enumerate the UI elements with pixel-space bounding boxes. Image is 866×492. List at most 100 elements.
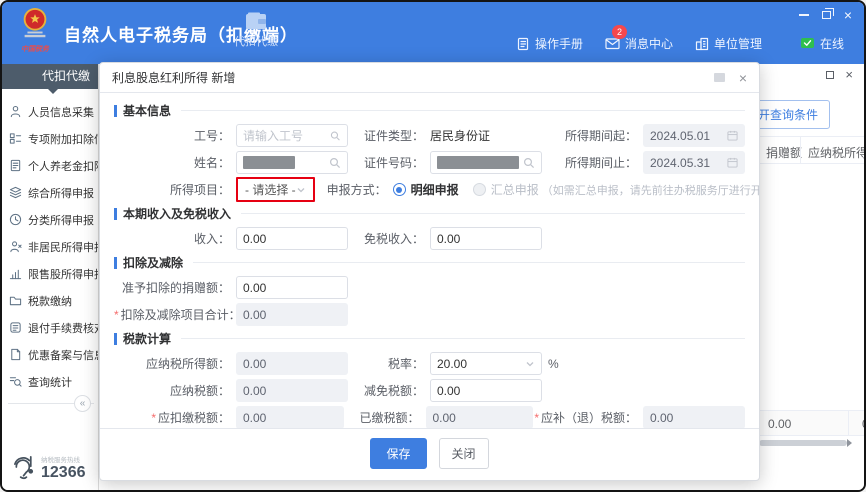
sidebar-item-label: 分类所得申报 bbox=[28, 214, 94, 227]
person-alt-icon bbox=[10, 241, 22, 253]
maximize-icon[interactable] bbox=[826, 70, 835, 79]
restore-icon[interactable] bbox=[821, 8, 834, 19]
radio-summary-declare[interactable] bbox=[472, 183, 486, 196]
layers-icon bbox=[9, 186, 22, 199]
online-icon bbox=[800, 38, 814, 48]
income-item-label: 所得项目： bbox=[169, 183, 230, 197]
folder-icon bbox=[9, 296, 22, 306]
tax-relief-input[interactable] bbox=[430, 379, 542, 402]
tab-withholding[interactable]: 代扣代缴 bbox=[234, 12, 278, 49]
sidebar-item-label: 优惠备案与信息报告 bbox=[28, 349, 98, 362]
manual-icon bbox=[517, 37, 529, 50]
sidebar-item-nonresident-income[interactable]: 非居民所得申报 bbox=[2, 233, 98, 260]
dialog-body: 基本信息 工号： 证件类型： 居民身份证 所得期间起： 2024.05.01 bbox=[100, 93, 759, 428]
exempt-income-field[interactable] bbox=[437, 231, 535, 246]
inner-close-icon[interactable]: × bbox=[845, 68, 853, 81]
period-end-label: 所得期间止： bbox=[564, 156, 637, 170]
section-current-income: 本期收入及免税收入 bbox=[114, 205, 745, 222]
deduction-total-value: 0.00 bbox=[236, 303, 348, 326]
sidebar-item-classified-income[interactable]: 分类所得申报 bbox=[2, 206, 98, 233]
period-start-field[interactable]: 2024.05.01 bbox=[643, 124, 745, 147]
tax-rate-select[interactable]: 20.00 bbox=[430, 352, 542, 375]
dialog-minimize-icon[interactable] bbox=[713, 73, 725, 82]
section-divider bbox=[181, 338, 745, 339]
sidebar-item-tax-payment[interactable]: 税款缴纳 bbox=[2, 287, 98, 314]
online-status[interactable]: 在线 bbox=[800, 35, 844, 52]
exempt-income-input[interactable] bbox=[430, 227, 542, 250]
search-stats-icon bbox=[9, 377, 22, 387]
form-row: 应扣缴税额： 0.00 已缴税额： 0.00 应补（退）税额： 0.00 bbox=[114, 406, 745, 428]
calendar-icon bbox=[727, 130, 738, 141]
donation-input[interactable] bbox=[236, 276, 348, 299]
search-icon bbox=[329, 157, 341, 168]
withhold-tax-label: 应扣缴税额： bbox=[114, 409, 236, 426]
taxbureau-logo: 中国税务 bbox=[10, 7, 60, 54]
scrollbar-arrow-icon[interactable] bbox=[847, 439, 856, 447]
message-center-link[interactable]: 2 消息中心 bbox=[605, 25, 673, 52]
close-button[interactable]: 关闭 bbox=[438, 438, 489, 469]
sidebar-item-label: 税款缴纳 bbox=[28, 295, 72, 308]
cert-type-value: 居民身份证 bbox=[430, 129, 491, 143]
radio-detail-declare[interactable] bbox=[392, 183, 406, 196]
sidebar-collapse-button[interactable]: « bbox=[74, 395, 91, 412]
cert-number-label: 证件号码： bbox=[363, 156, 424, 170]
sidebar-item-restricted-shares[interactable]: 限售股所得申报 bbox=[2, 260, 98, 287]
sidebar-item-label: 专项附加扣除信息 bbox=[28, 133, 98, 146]
dialog-close-icon[interactable]: × bbox=[739, 71, 747, 85]
sidebar-item-comprehensive-income[interactable]: 综合所得申报 bbox=[2, 179, 98, 206]
building-icon bbox=[695, 37, 709, 50]
sidebar-item-special-deduction[interactable]: 专项附加扣除信息 bbox=[2, 125, 98, 152]
tax-relief-field[interactable] bbox=[437, 383, 535, 398]
dialog-footer: 保存 关闭 bbox=[100, 428, 759, 480]
paid-tax-value: 0.00 bbox=[425, 406, 533, 428]
job-number-input[interactable] bbox=[236, 124, 348, 147]
dialog-controls: × bbox=[713, 71, 747, 85]
column-header-taxable: 应纳税所得 bbox=[808, 146, 866, 160]
hotline-label: 纳税服务热线 bbox=[41, 457, 80, 465]
cert-number-input[interactable] bbox=[430, 151, 542, 174]
document-icon bbox=[11, 348, 21, 361]
org-management-link[interactable]: 单位管理 bbox=[695, 35, 762, 52]
manual-link[interactable]: 操作手册 bbox=[516, 35, 583, 52]
period-start-label: 所得期间起： bbox=[564, 129, 637, 143]
taxable-income-label: 应纳税所得额： bbox=[145, 357, 230, 371]
period-end-field[interactable]: 2024.05.31 bbox=[643, 151, 745, 174]
tax-relief-label: 减免税额： bbox=[363, 384, 424, 398]
income-item-select[interactable]: - 请选择 - bbox=[239, 180, 312, 199]
total-donation: 0.00 bbox=[768, 417, 792, 431]
save-button[interactable]: 保存 bbox=[370, 438, 427, 469]
name-input[interactable] bbox=[236, 151, 348, 174]
taxable-income-value: 0.00 bbox=[236, 352, 348, 375]
section-title: 基本信息 bbox=[123, 104, 172, 118]
list-grid-icon bbox=[9, 133, 22, 144]
sidebar-item-pension-deduction[interactable]: 个人养老金扣除信息 bbox=[2, 152, 98, 179]
tax-rate-value: 20.00 bbox=[437, 356, 468, 371]
minimize-icon[interactable] bbox=[798, 14, 809, 16]
chevron-down-icon bbox=[297, 187, 305, 192]
sidebar-item-preferential-filing[interactable]: 优惠备案与信息报告 bbox=[2, 341, 98, 368]
form-row: 姓名： 证件号码： 所得期间止： 2024.05.31 bbox=[114, 151, 745, 174]
app-header: 中国税务 自然人电子税务局（扣缴端） 代扣代缴 操作手册 2 消息中心 单位管理… bbox=[2, 2, 864, 64]
sidebar: 代扣代缴 人员信息采集 专项附加扣除信息 个人养老金扣除信息 综合所得申报 分类… bbox=[2, 64, 98, 490]
sidebar-items: 人员信息采集 专项附加扣除信息 个人养老金扣除信息 综合所得申报 分类所得申报 … bbox=[2, 89, 98, 395]
income-field[interactable] bbox=[243, 231, 341, 246]
national-emblem-icon bbox=[23, 7, 47, 38]
donation-field[interactable] bbox=[243, 280, 341, 295]
bar-chart-icon bbox=[9, 269, 22, 280]
job-number-field[interactable] bbox=[243, 128, 331, 143]
online-label: 在线 bbox=[819, 37, 844, 51]
tax-payable-label: 应纳税额： bbox=[169, 384, 230, 398]
org-management-label: 单位管理 bbox=[713, 37, 762, 51]
search-icon bbox=[523, 157, 535, 168]
section-basic-info: 基本信息 bbox=[114, 102, 745, 119]
sidebar-item-query-statistics[interactable]: 查询统计 bbox=[2, 368, 98, 395]
sidebar-item-personnel-info[interactable]: 人员信息采集 bbox=[2, 98, 98, 125]
sidebar-item-refund-fee-check[interactable]: 退付手续费核对 bbox=[2, 314, 98, 341]
income-input[interactable] bbox=[236, 227, 348, 250]
close-icon[interactable]: × bbox=[844, 8, 852, 22]
cert-type-label: 证件类型： bbox=[363, 129, 424, 143]
sidebar-divider: « bbox=[8, 395, 94, 412]
sidebar-header: 代扣代缴 bbox=[2, 64, 98, 94]
horizontal-scrollbar[interactable] bbox=[759, 440, 847, 446]
wallet-icon bbox=[246, 12, 266, 29]
